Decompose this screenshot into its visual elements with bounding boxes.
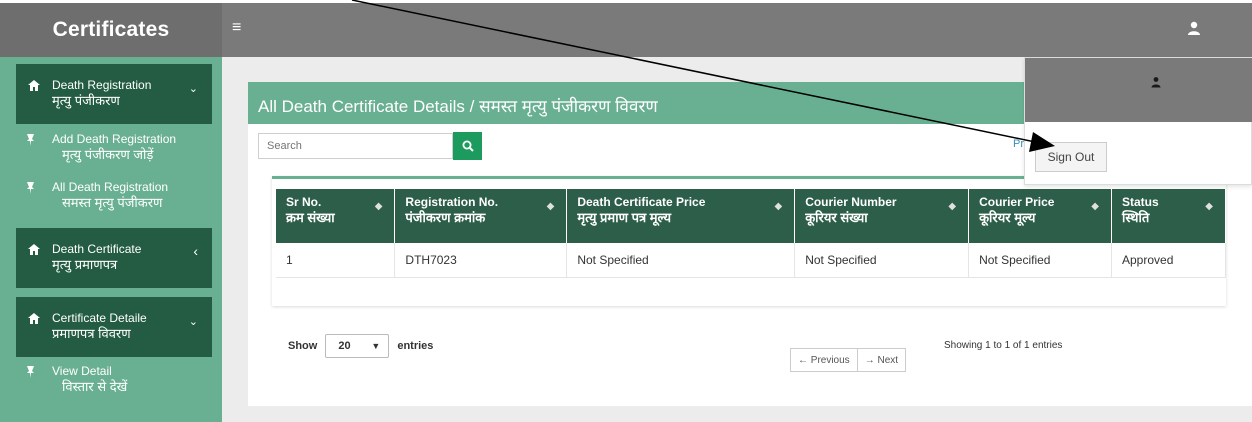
sidebar-group-label: Certificate Detaile प्रमाणपत्र विवरण <box>52 311 147 341</box>
sort-icon: ◆ <box>546 201 555 212</box>
table-cell: Not Specified <box>794 243 970 278</box>
sidebar-item-view-detail[interactable]: View Detail विस्तार से देखें <box>16 364 212 398</box>
sidebar-item-add-death-registration[interactable]: Add Death Registration मृत्यु पंजीकरण जो… <box>16 132 212 166</box>
table-cell: DTH7023 <box>394 243 568 278</box>
user-dropdown-menu: Sign Out <box>1024 57 1252 185</box>
entries-info: Showing 1 to 1 of 1 entries <box>944 340 1063 351</box>
user-header <box>1025 58 1252 122</box>
sort-icon: ◆ <box>1205 201 1213 212</box>
entries-select[interactable]: 20 ▼ <box>325 334 390 358</box>
sort-icon: ◆ <box>774 201 783 212</box>
sort-icon: ◆ <box>948 201 957 212</box>
search-icon <box>462 140 474 152</box>
chevron-down-icon: ⌄ <box>188 316 198 328</box>
sidebar-item-label: View Detail विस्तार से देखें <box>52 364 128 394</box>
sidebar-item-label: Add Death Registration मृत्यु पंजीकरण जो… <box>52 132 177 162</box>
column-header-courier-price[interactable]: Courier Price कूरियर मूल्य ◆ <box>968 189 1112 243</box>
sidebar-item-label: All Death Registration समस्त मृत्यु पंजी… <box>52 180 169 210</box>
sort-icon: ◆ <box>1091 201 1099 212</box>
sidebar-group-certificate-detaile[interactable]: Certificate Detaile प्रमाणपत्र विवरण ⌄ <box>16 297 212 357</box>
column-header-courier-number[interactable]: Courier Number कूरियर संख्या ◆ <box>794 189 970 243</box>
previous-button[interactable]: ← Previous <box>790 348 858 372</box>
sort-icon: ◆ <box>374 201 383 212</box>
home-icon <box>28 244 40 255</box>
brand-logo[interactable]: Certificates <box>0 3 222 57</box>
sidebar-group-death-registration[interactable]: Death Registration मृत्यु पंजीकरण ⌄ <box>16 64 212 124</box>
pagination: ← Previous → Next <box>790 348 907 372</box>
home-icon <box>28 80 40 91</box>
table-container: Sr No. क्रम संख्या ◆ Registration No. पंजीक… <box>272 176 1226 306</box>
entries-label: entries <box>397 340 434 352</box>
table-cell: Approved <box>1111 243 1226 278</box>
column-header-sr-no[interactable]: Sr No. क्रम संख्या ◆ <box>276 189 396 243</box>
table-cell: Not Specified <box>968 243 1112 278</box>
chevron-down-icon: ▼ <box>371 341 381 351</box>
show-label: Show <box>288 340 318 352</box>
user-icon <box>1151 77 1161 88</box>
top-navbar: Certificates ≡ <box>0 0 1252 57</box>
home-icon <box>28 313 40 324</box>
chevron-down-icon: ⌄ <box>188 83 198 95</box>
sign-out-button[interactable]: Sign Out <box>1035 142 1107 172</box>
column-header-death-certificate-price[interactable]: Death Certificate Price मृत्यु प्रमाण पत्… <box>566 189 796 243</box>
sidebar-item-all-death-registration[interactable]: All Death Registration समस्त मृत्यु पंजी… <box>16 180 212 214</box>
certificates-table: Sr No. क्रम संख्या ◆ Registration No. पंजीक… <box>276 189 1226 278</box>
page-title: All Death Certificate Details / समस्त मृ… <box>258 97 658 116</box>
sidebar-group-death-certificate[interactable]: Death Certificate मृत्यु प्रमाणपत्र ‹ <box>16 228 212 288</box>
table-header-row: Sr No. क्रम संख्या ◆ Registration No. पंजीक… <box>276 189 1226 243</box>
sidebar-group-label: Death Certificate मृत्यु प्रमाणपत्र <box>52 242 142 272</box>
sidebar-group-label: Death Registration मृत्यु पंजीकरण <box>52 78 152 108</box>
pin-icon <box>27 182 34 194</box>
chevron-left-icon: ‹ <box>193 243 198 259</box>
column-header-registration-no[interactable]: Registration No. पंजीकरण क्रमांक ◆ <box>394 189 568 243</box>
table-cell: 1 <box>276 243 396 278</box>
entries-value: 20 <box>338 340 351 352</box>
table-row: 1 DTH7023 Not Specified Not Specified No… <box>276 243 1226 278</box>
pin-icon <box>27 134 34 146</box>
entries-length-control: Show 20 ▼ entries <box>288 334 433 358</box>
partial-text: Pr <box>1013 138 1024 150</box>
search-button[interactable] <box>453 132 482 160</box>
table-cell: Not Specified <box>566 243 796 278</box>
column-header-status[interactable]: Status स्थिति ◆ <box>1111 189 1226 243</box>
search-input[interactable] <box>258 133 453 159</box>
user-icon[interactable] <box>1187 20 1201 36</box>
pin-icon <box>27 366 34 378</box>
next-button[interactable]: → Next <box>857 348 907 372</box>
hamburger-icon[interactable]: ≡ <box>232 19 241 37</box>
